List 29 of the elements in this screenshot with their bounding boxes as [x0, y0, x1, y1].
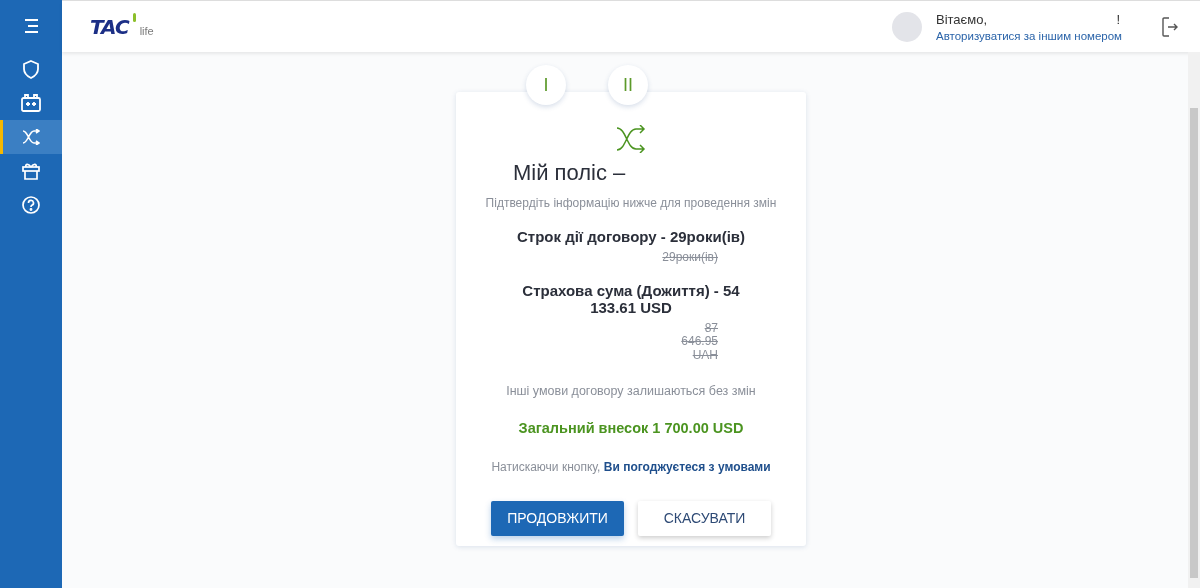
continue-button[interactable]: ПРОДОВЖИТИ — [491, 500, 624, 536]
policy-title: Мій поліс – — [513, 160, 626, 186]
sidebar-item[interactable] — [0, 120, 62, 154]
logout-icon[interactable] — [1162, 16, 1178, 37]
switch-account-link[interactable]: Авторизуватися за іншим номером — [936, 29, 1120, 42]
help-icon — [22, 196, 40, 214]
step-indicator[interactable]: I — [526, 65, 566, 105]
old-value: 29роки(ів) — [662, 251, 718, 265]
battery-icon — [21, 94, 41, 112]
change-label: Страхова сума (Дожиття) - 54 133.61 USD — [521, 282, 741, 317]
greeting-end: ! — [1116, 11, 1120, 27]
shuffle-icon — [22, 129, 40, 145]
menu-icon — [22, 19, 40, 33]
shuffle-icon — [616, 125, 646, 153]
logo: TAC life — [90, 16, 154, 37]
consent-text: Натискаючи кнопку, Ви погоджуєтеся з умовами — [491, 459, 771, 474]
note-text: Інші умови договору залишаються без змін — [506, 383, 756, 398]
total-payment: Загальний внесок 1 700.00 USD — [518, 419, 744, 436]
avatar — [892, 11, 922, 42]
scrollbar[interactable] — [1188, 52, 1200, 588]
gift-icon — [22, 162, 40, 180]
step-indicator[interactable]: II — [608, 65, 648, 105]
subtitle: Підтвердіть інформацію нижче для проведення змін — [485, 196, 777, 210]
old-value: 87 646.95 UAH — [681, 322, 718, 362]
shield-icon — [23, 59, 39, 79]
change-label: Строк дії договору - 29роки(ів) — [515, 228, 747, 245]
greeting: Вітаємо, — [936, 11, 987, 27]
terms-link[interactable]: Ви погоджуєтеся з умовами — [603, 459, 771, 474]
cancel-button[interactable]: СКАСУВАТИ — [638, 500, 771, 536]
